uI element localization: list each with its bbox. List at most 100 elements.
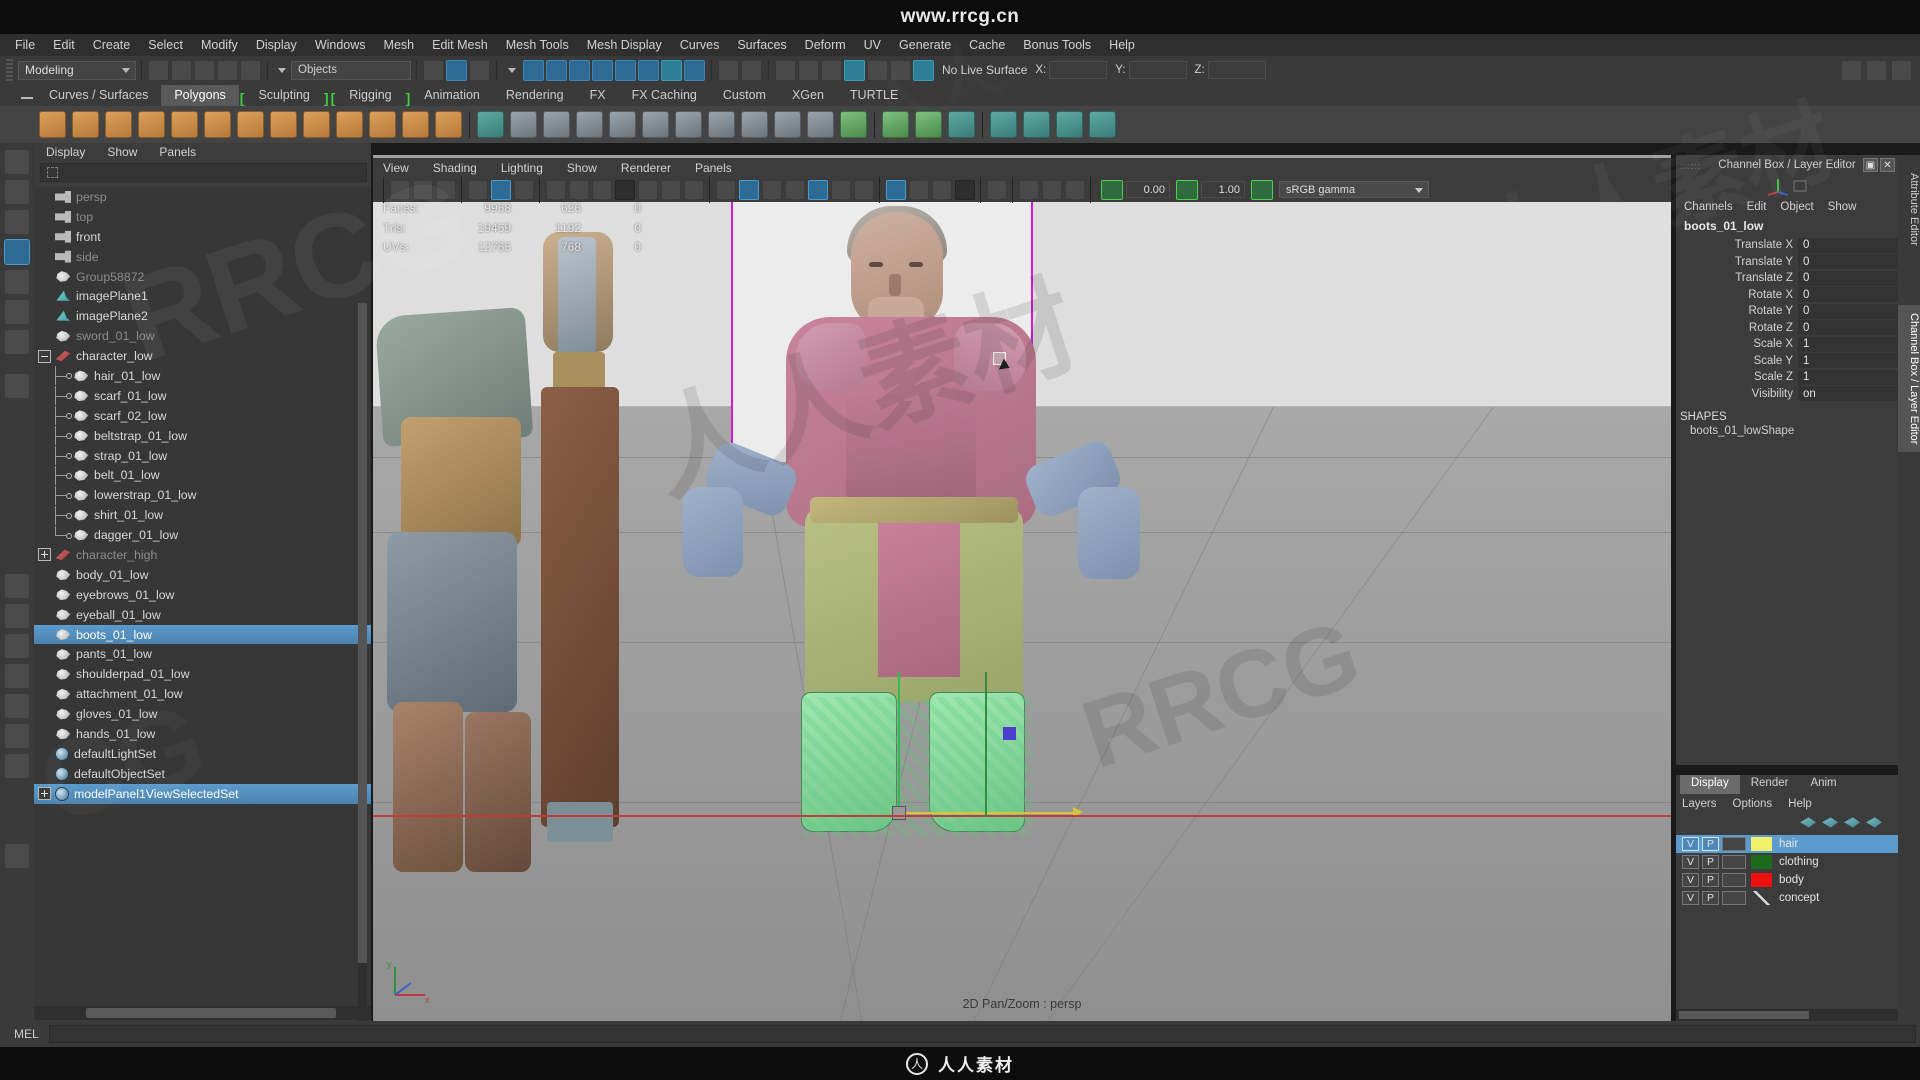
shelf-tab-rendering[interactable]: Rendering <box>492 85 577 106</box>
light-editor-icon[interactable] <box>890 59 911 81</box>
outliner-menu-panels[interactable]: Panels <box>159 145 196 159</box>
channel-row-translate-x[interactable]: Translate X 0 <box>1676 237 1898 254</box>
outliner-menu-show[interactable]: Show <box>107 145 137 159</box>
outliner-item-beltstrap-01-low[interactable]: beltstrap_01_low <box>34 426 371 446</box>
menu-item-surfaces[interactable]: Surfaces <box>728 36 795 54</box>
xray-icon[interactable] <box>1018 179 1039 200</box>
outliner-vertical-scrollbar[interactable] <box>358 303 367 1080</box>
coord-y-field[interactable] <box>1128 61 1187 79</box>
shelf-tab-fx-caching[interactable]: FX Caching <box>618 85 710 106</box>
menu-item-mesh-tools[interactable]: Mesh Tools <box>497 36 578 54</box>
outliner-item-top[interactable]: top <box>34 207 371 227</box>
channel-value[interactable]: 0 <box>1798 303 1898 319</box>
gate-mask-icon[interactable] <box>614 179 635 200</box>
menu-item-deform[interactable]: Deform <box>796 36 855 54</box>
layer-tab-anim[interactable]: Anim <box>1799 775 1848 794</box>
channel-box-menu-edit[interactable]: Edit <box>1747 201 1767 213</box>
outliner-item-shoulderpad-01-low[interactable]: shoulderpad_01_low <box>34 664 371 684</box>
resolution-gate-icon[interactable] <box>591 179 612 200</box>
render-settings-icon[interactable] <box>821 59 842 81</box>
outliner-item-imageplane2[interactable]: imagePlane2 <box>34 306 371 326</box>
expand-icon[interactable] <box>38 548 51 562</box>
quadrangulate-icon[interactable] <box>915 111 942 138</box>
viewport-persp[interactable]: x y 2D Pan/Zoom : persp Verts:103416100E… <box>373 155 1671 1021</box>
layer-playback-toggle[interactable]: P <box>1702 891 1719 905</box>
outliner-item-pants-01-low[interactable]: pants_01_low <box>34 644 371 664</box>
shadows-icon[interactable] <box>853 179 874 200</box>
outliner-item-body-01-low[interactable]: body_01_low <box>34 565 371 585</box>
outliner-item-front[interactable]: front <box>34 227 371 247</box>
history-icon[interactable] <box>741 59 762 81</box>
scrollbar-thumb[interactable] <box>86 1008 336 1018</box>
scale-tool[interactable] <box>4 299 30 325</box>
outliner-item-persp[interactable]: persp <box>34 187 371 207</box>
select-camera-icon[interactable] <box>389 179 410 200</box>
layer-state-toggle[interactable] <box>1722 837 1746 851</box>
selection-mask-field[interactable]: Objects <box>291 60 411 80</box>
bridge-icon[interactable] <box>675 111 702 138</box>
new-layer-icon[interactable] <box>1844 817 1860 828</box>
xray-joints-icon[interactable] <box>1041 179 1062 200</box>
outliner-item-shirt-01-low[interactable]: shirt_01_low <box>34 505 371 525</box>
outliner-item-defaultobjectset[interactable]: defaultObjectSet <box>34 764 371 784</box>
safe-title-icon[interactable] <box>683 179 704 200</box>
collapse-icon[interactable] <box>38 349 51 363</box>
bookmark-icon[interactable] <box>435 179 456 200</box>
shelf-tab-custom[interactable]: Custom <box>709 85 779 106</box>
close-icon[interactable]: ✕ <box>1880 158 1895 172</box>
layer-editor-scrollbar[interactable] <box>1676 1009 1898 1021</box>
wedge-icon[interactable] <box>741 111 768 138</box>
viewport-3d-scene[interactable]: x y 2D Pan/Zoom : persp <box>373 202 1671 1021</box>
poly-cylinder-icon[interactable] <box>105 111 132 138</box>
shelf-tab-fx[interactable]: FX <box>576 85 619 106</box>
snap-projected-icon[interactable] <box>592 59 613 81</box>
layer-color-swatch[interactable] <box>1751 837 1772 851</box>
safe-action-icon[interactable] <box>660 179 681 200</box>
command-line-input[interactable] <box>48 1025 1916 1043</box>
layer-playback-toggle[interactable]: P <box>1702 873 1719 887</box>
channel-box-menu-show[interactable]: Show <box>1828 201 1857 213</box>
help-snap-icon[interactable] <box>684 59 705 81</box>
tree-knob-icon[interactable] <box>66 373 72 380</box>
outliner-item-defaultlightset[interactable]: defaultLightSet <box>34 744 371 764</box>
layout-four-pane-icon[interactable] <box>4 663 30 689</box>
channel-value[interactable]: 1 <box>1798 369 1898 385</box>
new-scene-icon[interactable] <box>148 59 169 81</box>
statusbar-grip[interactable] <box>6 59 13 81</box>
multisample-aa-icon[interactable] <box>931 179 952 200</box>
shelf-tab-xgen[interactable]: XGen <box>778 85 837 106</box>
menu-item-modify[interactable]: Modify <box>192 36 247 54</box>
tab-channel-box-layer-editor[interactable]: Channel Box / Layer Editor <box>1898 305 1920 453</box>
paint-select-tool[interactable] <box>4 209 30 235</box>
layer-playback-toggle[interactable]: P <box>1702 855 1719 869</box>
poly-sphere-icon[interactable] <box>72 111 99 138</box>
undo-icon[interactable] <box>217 59 238 81</box>
uv-layout-icon[interactable] <box>1089 111 1116 138</box>
field-chart-icon[interactable] <box>637 179 658 200</box>
mirror-icon[interactable] <box>807 111 834 138</box>
poly-helix-icon[interactable] <box>336 111 363 138</box>
layer-menu-options[interactable]: Options <box>1733 798 1773 810</box>
smooth-icon[interactable] <box>840 111 867 138</box>
redo-icon[interactable] <box>240 59 261 81</box>
outliner-item-gloves-01-low[interactable]: gloves_01_low <box>34 704 371 724</box>
outliner-search-field[interactable] <box>40 163 367 182</box>
tree-knob-icon[interactable] <box>66 512 72 519</box>
menu-item-mesh[interactable]: Mesh <box>375 36 424 54</box>
select-tool[interactable] <box>4 149 30 175</box>
outliner-item-strap-01-low[interactable]: strap_01_low <box>34 446 371 466</box>
viewport-menu-view[interactable]: View <box>383 161 409 175</box>
viewport-menu-renderer[interactable]: Renderer <box>621 161 671 175</box>
tree-knob-icon[interactable] <box>66 413 72 420</box>
bevel-icon[interactable] <box>642 111 669 138</box>
outliner-item-character-high[interactable]: character_high <box>34 545 371 565</box>
layout-two-pane-icon[interactable] <box>4 603 30 629</box>
poly-torus-icon[interactable] <box>171 111 198 138</box>
layer-color-swatch[interactable] <box>1751 855 1772 869</box>
layout-persp-outliner-icon[interactable] <box>4 693 30 719</box>
layer-state-toggle[interactable] <box>1722 891 1746 905</box>
shelf-menu-icon[interactable] <box>18 90 36 106</box>
layer-state-toggle[interactable] <box>1722 873 1746 887</box>
shelf-tab-polygons[interactable]: Polygons <box>161 85 239 106</box>
manipulator-x-axis[interactable] <box>900 812 1080 814</box>
